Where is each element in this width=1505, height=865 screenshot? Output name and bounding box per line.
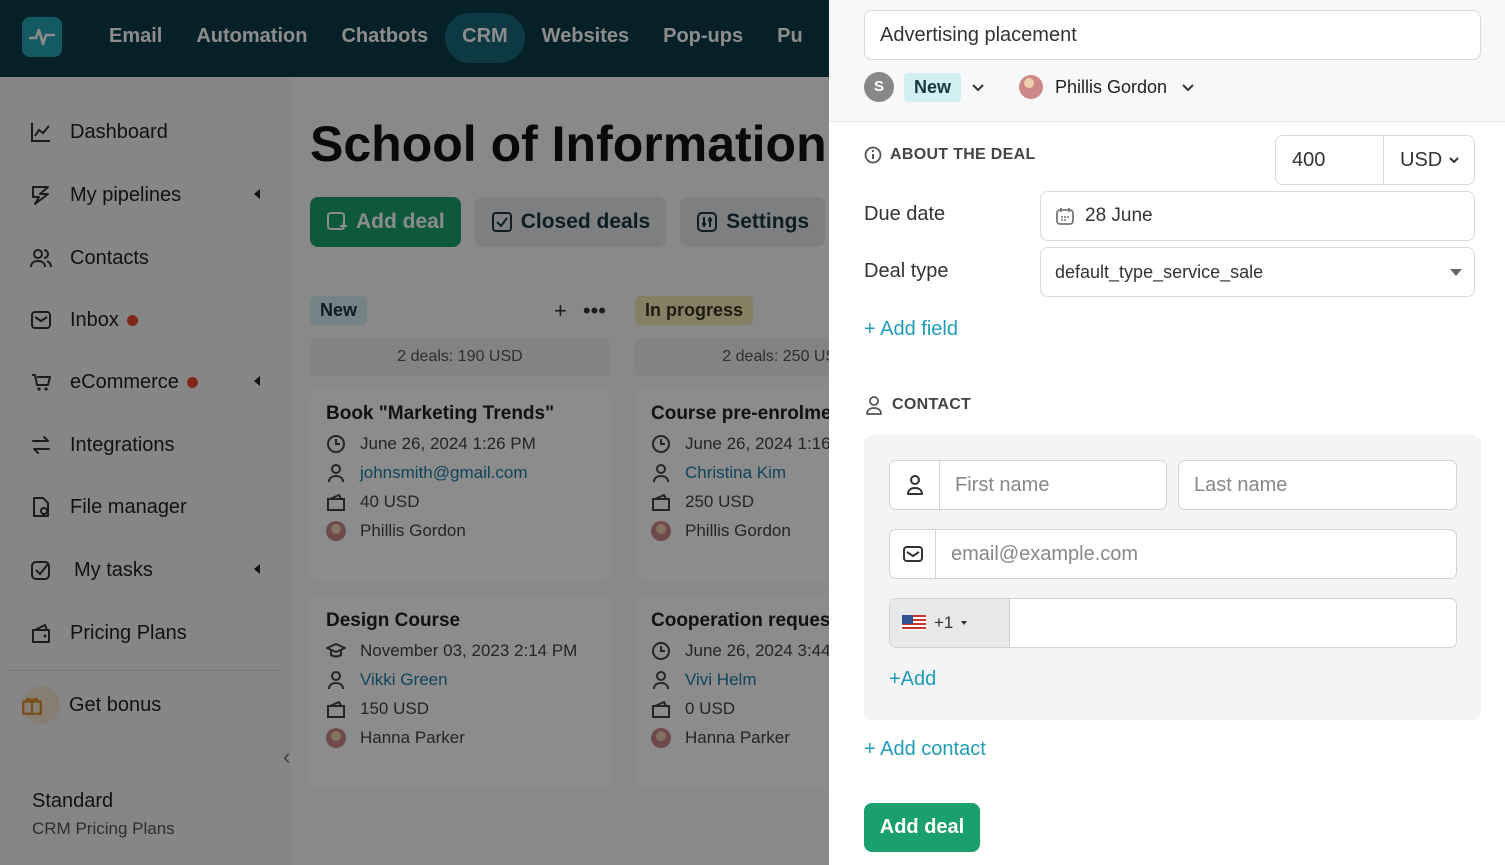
amount-value[interactable]: 400 [1276,136,1384,184]
phone-field[interactable]: +1 [889,598,1457,648]
new-deal-panel: Advertising placement S New Phillis Gord… [829,0,1505,865]
phone-code: +1 [934,613,954,632]
envelope-icon [890,530,936,578]
caret-down-icon [961,621,968,625]
chevron-down-icon[interactable] [971,80,985,94]
contact-form: First name Last name email@example.com +… [864,435,1481,720]
email-field[interactable]: email@example.com [889,529,1457,579]
person-icon [890,461,940,509]
add-field-link[interactable]: + Add field [864,318,958,341]
contact-heading: CONTACT [864,395,971,415]
info-icon [864,146,882,164]
add-phone-link[interactable]: +Add [889,668,936,691]
currency-label: USD [1400,149,1443,171]
first-name-field[interactable]: First name [889,460,1167,510]
due-date-input[interactable]: 28 June [1040,191,1475,241]
status-badge[interactable]: New [904,72,962,102]
chevron-down-icon [1449,157,1459,164]
email-placeholder: email@example.com [951,542,1139,565]
first-name-placeholder: First name [955,473,1050,496]
deal-type-select[interactable]: default_type_service_sale [1040,247,1475,297]
avatar [1019,75,1044,99]
about-deal-heading: ABOUT THE DEAL [864,146,1036,164]
due-date-label: Due date [864,203,946,225]
due-date-value: 28 June [1085,205,1153,226]
deal-type-label: Deal type [864,260,949,282]
owner-select[interactable]: Phillis Gordon [1019,75,1195,99]
status-row: S New Phillis Gordon [864,72,1195,102]
add-contact-link[interactable]: + Add contact [864,738,986,761]
last-name-field[interactable]: Last name [1178,460,1457,510]
submit-add-deal-button[interactable]: Add deal [864,803,980,852]
calendar-icon [1056,208,1074,225]
deal-amount-input: 400 USD [1275,135,1475,185]
deal-name-input[interactable]: Advertising placement [864,10,1481,60]
currency-select[interactable]: USD [1384,136,1474,184]
chevron-down-icon [1182,84,1194,92]
last-name-placeholder: Last name [1194,473,1288,496]
person-icon [866,396,882,415]
dropdown-arrow-icon [1450,269,1462,276]
status-initial: S [864,72,894,102]
us-flag-icon [902,615,926,631]
owner-name: Phillis Gordon [1055,76,1168,97]
panel-header: Advertising placement S New Phillis Gord… [829,0,1505,122]
country-code-select[interactable]: +1 [890,599,1010,647]
deal-type-value: default_type_service_sale [1055,261,1264,282]
